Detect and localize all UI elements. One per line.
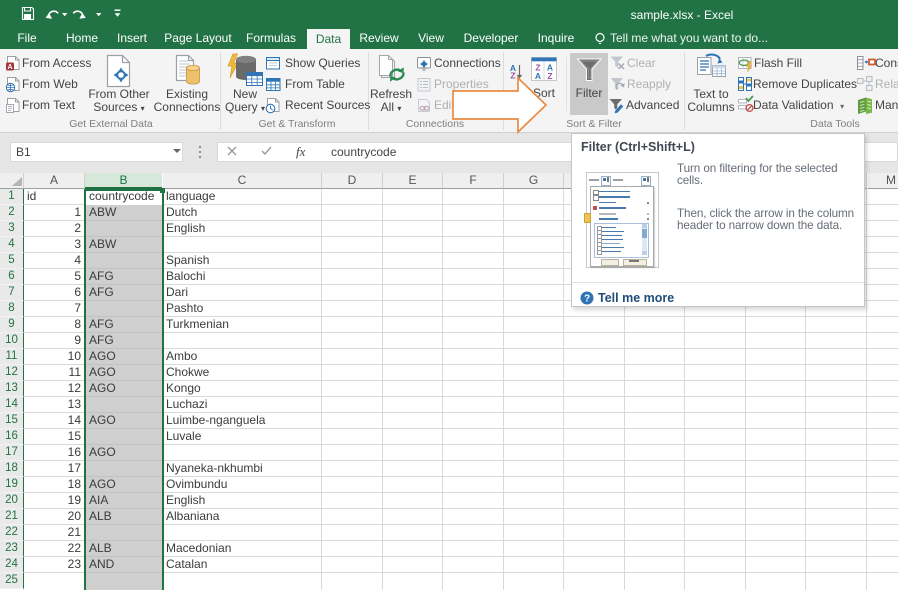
- svg-text:fx: fx: [296, 144, 306, 159]
- svg-text:?: ?: [584, 294, 590, 305]
- svg-text:A: A: [7, 64, 12, 71]
